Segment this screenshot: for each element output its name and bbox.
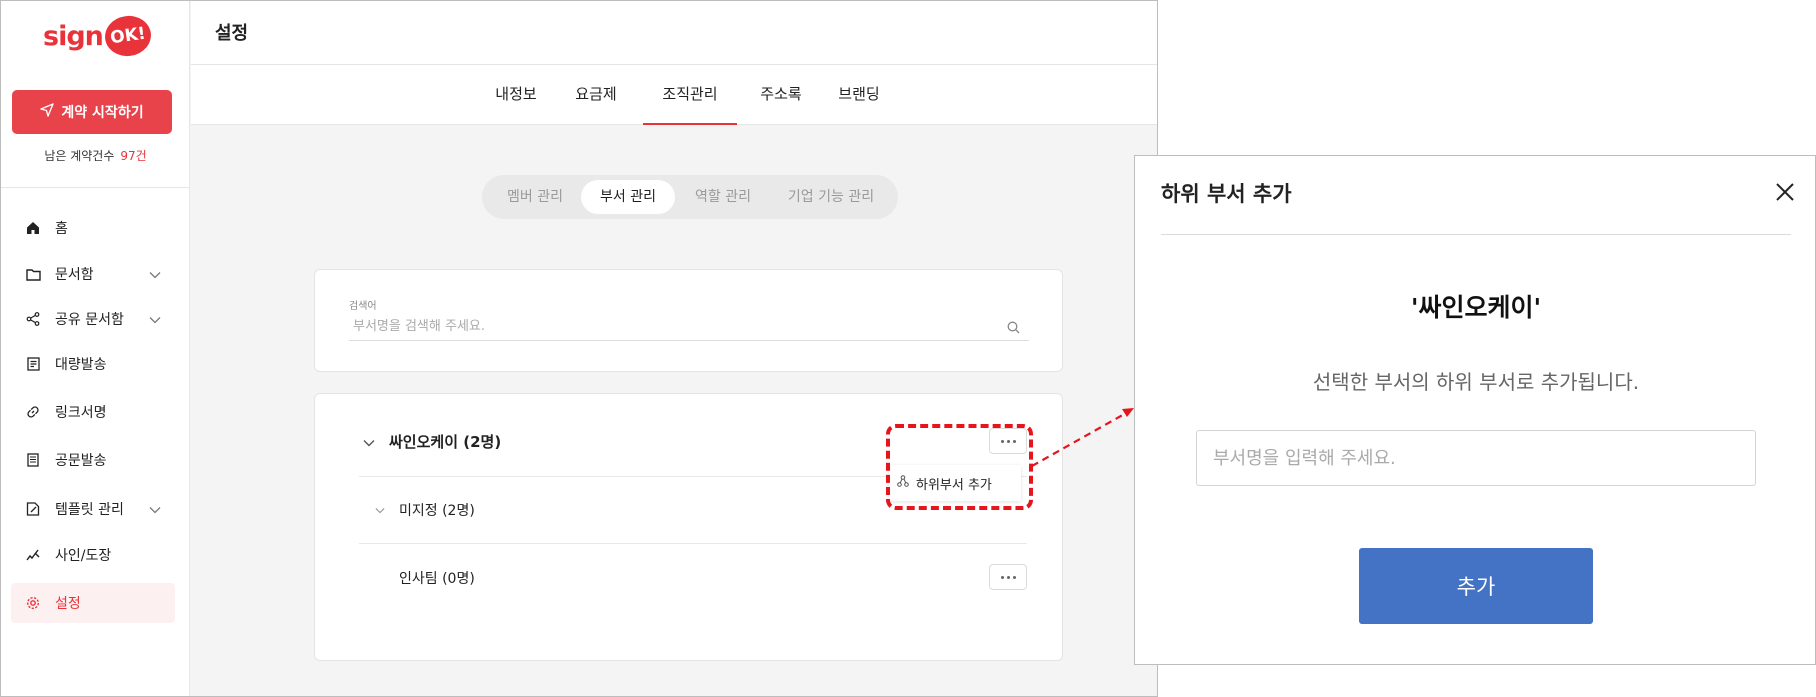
- add-button[interactable]: 추가: [1359, 548, 1593, 624]
- dialog-description: 선택한 부서의 하위 부서로 추가됩니다.: [1312, 370, 1640, 394]
- close-icon[interactable]: [1775, 182, 1795, 206]
- selected-department-name: '싸인오케이': [1410, 293, 1542, 322]
- dialog-title: 하위 부서 추가: [1161, 182, 1292, 206]
- dialog-divider: [1161, 234, 1791, 235]
- add-sub-department-dialog: 하위 부서 추가 '싸인오케이' 선택한 부서의 하위 부서로 추가됩니다. 추…: [1134, 155, 1816, 665]
- department-name-input[interactable]: [1196, 430, 1756, 486]
